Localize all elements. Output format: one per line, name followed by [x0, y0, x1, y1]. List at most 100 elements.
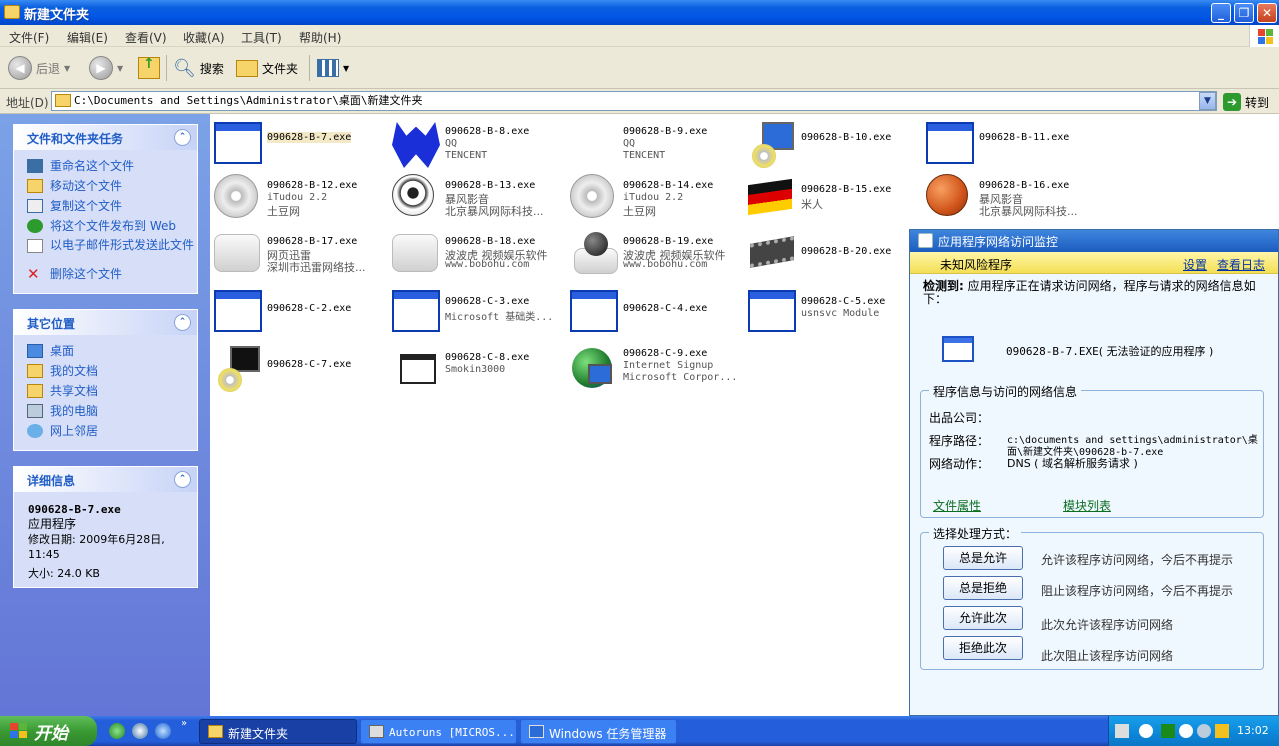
menu-edit[interactable]: 编辑(E)	[67, 29, 108, 46]
task-task-manager[interactable]: Windows 任务管理器	[520, 719, 677, 744]
file-item[interactable]: 090628-B-15.exe 米人	[744, 170, 922, 226]
search-button[interactable]: 🔍︎ 搜索	[173, 53, 224, 83]
file-item[interactable]: 090628-C-2.exe	[210, 286, 388, 342]
title-bar[interactable]: 新建文件夹 _ ❐ ✕	[0, 0, 1279, 25]
menu-tools[interactable]: 工具(T)	[241, 29, 282, 46]
file-item[interactable]: 090628-B-11.exe	[922, 118, 1100, 174]
file-item[interactable]: 090628-B-7.exe	[210, 118, 388, 174]
deny-once-button[interactable]: 拒绝此次	[943, 636, 1023, 660]
chevron-right-icon[interactable]: »	[181, 718, 187, 729]
close-button[interactable]: ✕	[1257, 3, 1277, 23]
delete-x-icon: ✕	[27, 265, 40, 283]
file-item[interactable]: 090628-C-8.exe Smokin3000	[388, 342, 566, 398]
file-item[interactable]: 090628-B-14.exe iTudou 2.2 土豆网	[566, 170, 744, 226]
file-item[interactable]: 090628-B-16.exe 暴风影音 北京暴风网际科技...	[922, 170, 1100, 226]
forward-button[interactable]: ▶ ▼	[89, 53, 123, 83]
module-list-link[interactable]: 模块列表	[1063, 497, 1111, 514]
place-my-documents[interactable]: 我的文档	[14, 361, 197, 381]
monitor-title-bar[interactable]: 应用程序网络访问监控	[910, 230, 1278, 252]
rename-icon	[27, 159, 43, 173]
umbrella-icon[interactable]	[1215, 724, 1229, 738]
details-size: 大小: 24.0 KB	[28, 567, 100, 580]
place-network[interactable]: 网上邻居	[14, 421, 197, 441]
application-icon	[748, 290, 796, 336]
green-status-icon[interactable]	[1161, 724, 1175, 738]
file-item[interactable]: 090628-C-5.exe usnsvc Module	[744, 286, 922, 342]
file-item[interactable]: 090628-B-9.exe QQ TENCENT	[566, 118, 744, 174]
file-item[interactable]: 090628-B-17.exe 网页迅雷 深圳市迅雷网络技...	[210, 226, 388, 282]
media-player-icon[interactable]	[132, 723, 148, 739]
menu-view[interactable]: 查看(V)	[125, 29, 167, 46]
maximize-button[interactable]: ❐	[1234, 3, 1254, 23]
always-deny-button[interactable]: 总是拒绝	[943, 576, 1023, 600]
allow-once-button[interactable]: 允许此次	[943, 606, 1023, 630]
tray-chevron-icon[interactable]	[1139, 724, 1153, 738]
other-places-header[interactable]: 其它位置 ⌃	[14, 310, 197, 335]
program-name: 090628-B-7.EXE( 无法验证的应用程序 )	[1006, 345, 1214, 358]
file-item[interactable]: 090628-C-7.exe	[210, 342, 388, 398]
task-autoruns[interactable]: Autoruns [MICROS...	[360, 719, 517, 744]
internet-signup-icon	[570, 346, 618, 392]
place-shared-documents[interactable]: 共享文档	[14, 381, 197, 401]
cd-disc-icon	[214, 174, 262, 220]
file-item[interactable]: 090628-B-18.exe 波波虎 视频娱乐软件 www.bobohu.co…	[388, 226, 566, 282]
view-log-link[interactable]: 查看日志	[1217, 256, 1265, 273]
collapse-icon[interactable]: ⌃	[174, 314, 191, 331]
minimize-button[interactable]: _	[1211, 3, 1231, 23]
address-bar: 地址(D) C:\Documents and Settings\Administ…	[0, 89, 1279, 114]
file-item[interactable]: 090628-C-3.exe Microsoft 基础类...	[388, 286, 566, 342]
settings-link[interactable]: 设置	[1183, 256, 1207, 273]
application-icon	[392, 290, 440, 336]
email-icon	[27, 239, 43, 253]
task-pane: 文件和文件夹任务 ⌃ 重命名这个文件 移动这个文件 复制这个文件 将这个文件发布…	[0, 114, 210, 716]
move-icon	[27, 179, 43, 193]
task-delete[interactable]: ✕ 删除这个文件	[14, 264, 197, 284]
back-button[interactable]: ◀ 后退 ▼	[8, 53, 70, 83]
file-properties-link[interactable]: 文件属性	[933, 497, 981, 514]
my-documents-icon	[27, 364, 43, 378]
details-header[interactable]: 详细信息 ⌃	[14, 467, 197, 492]
file-item[interactable]: 090628-B-20.exe	[744, 226, 922, 282]
device-icon	[214, 230, 262, 276]
task-rename[interactable]: 重命名这个文件	[14, 156, 197, 176]
always-allow-button[interactable]: 总是允许	[943, 546, 1023, 570]
up-folder-button[interactable]: ↑	[138, 53, 160, 83]
menu-help[interactable]: 帮助(H)	[299, 29, 341, 46]
quicklaunch-icon[interactable]	[109, 723, 125, 739]
place-desktop[interactable]: 桌面	[14, 341, 197, 361]
details-modified: 修改日期: 2009年6月28日, 11:45	[28, 533, 165, 561]
task-email[interactable]: 以电子邮件形式发送此文件	[14, 236, 197, 264]
place-my-computer[interactable]: 我的电脑	[14, 401, 197, 421]
network-tray-icon[interactable]	[1179, 724, 1193, 738]
go-button[interactable]: ➔ 转到	[1223, 92, 1269, 112]
file-item[interactable]: 090628-B-8.exe QQ TENCENT	[388, 118, 566, 174]
menu-favorites[interactable]: 收藏(A)	[183, 29, 225, 46]
file-item[interactable]: 090628-B-10.exe	[744, 118, 922, 174]
desktop-icon	[27, 344, 43, 358]
file-tasks-header[interactable]: 文件和文件夹任务 ⌃	[14, 125, 197, 150]
file-item[interactable]: 090628-C-4.exe	[566, 286, 744, 342]
blank-icon	[570, 122, 618, 168]
task-move[interactable]: 移动这个文件	[14, 176, 197, 196]
folders-button[interactable]: 文件夹	[236, 53, 298, 83]
security-tray-icon[interactable]	[1197, 724, 1211, 738]
task-copy[interactable]: 复制这个文件	[14, 196, 197, 216]
file-item[interactable]: 090628-C-9.exe Internet Signup Microsoft…	[566, 342, 744, 398]
collapse-icon[interactable]: ⌃	[174, 129, 191, 146]
collapse-icon[interactable]: ⌃	[174, 471, 191, 488]
file-item[interactable]: 090628-B-12.exe iTudou 2.2 土豆网	[210, 170, 388, 226]
start-button[interactable]: 开始	[0, 716, 97, 746]
menu-file[interactable]: 文件(F)	[9, 29, 49, 46]
views-button[interactable]: ▼	[317, 53, 349, 83]
keyboard-icon[interactable]	[1115, 724, 1129, 738]
risk-banner: 未知风险程序 设置 查看日志	[910, 252, 1278, 274]
file-item[interactable]: 090628-B-19.exe 波波虎 视频娱乐软件 www.bobohu.co…	[566, 226, 744, 282]
internet-explorer-icon[interactable]	[155, 723, 171, 739]
task-publish[interactable]: 将这个文件发布到 Web	[14, 216, 197, 236]
task-new-folder[interactable]: 新建文件夹	[199, 719, 357, 744]
address-dropdown-button[interactable]: ▼	[1199, 92, 1216, 110]
file-item[interactable]: 090628-B-13.exe 暴风影音 北京暴风网际科技...	[388, 170, 566, 226]
chevron-down-icon: ▼	[117, 63, 124, 73]
taskbar: 开始 » 新建文件夹 Autoruns [MICROS... Windows 任…	[0, 716, 1279, 746]
address-input[interactable]: C:\Documents and Settings\Administrator\…	[51, 91, 1217, 111]
